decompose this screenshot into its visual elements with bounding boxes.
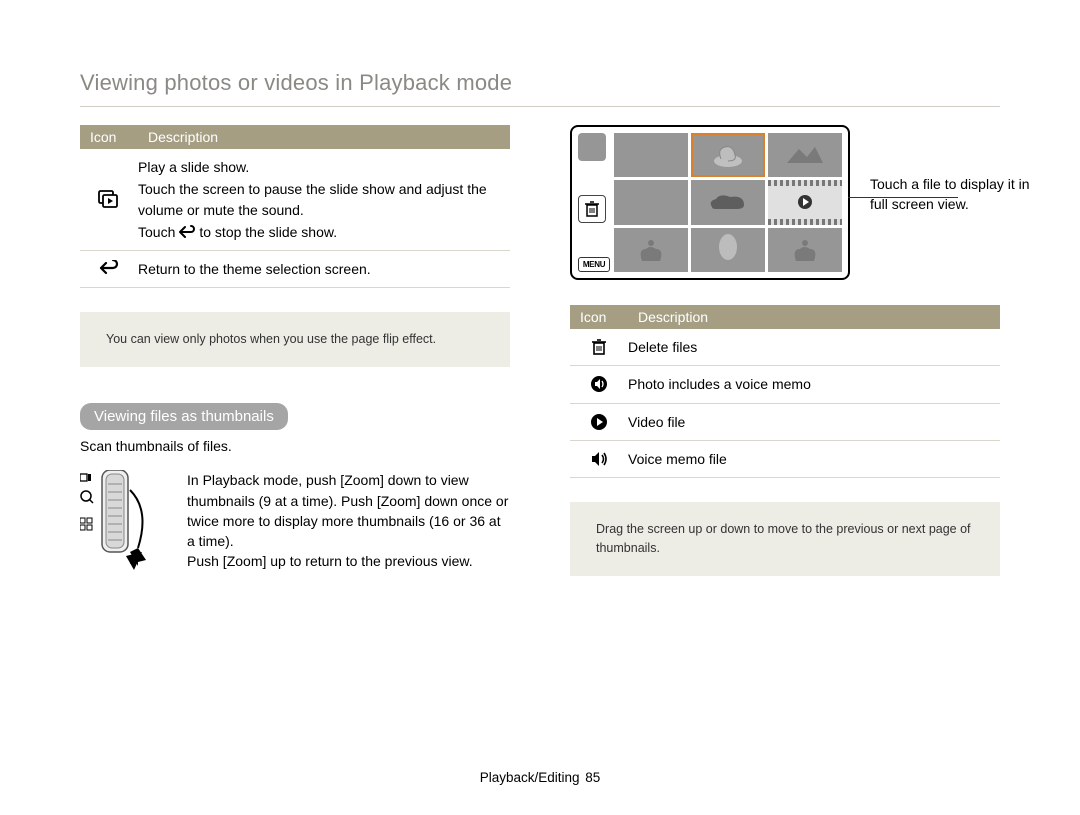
touch-prefix: Touch: [138, 222, 175, 242]
section-subtext: Scan thumbnails of ﬁles.: [80, 438, 510, 454]
thumbnail-display-illustration: MENU: [570, 125, 850, 280]
table-row: Photo includes a voice memo: [570, 366, 1000, 403]
trash-icon: [578, 195, 606, 223]
trash-icon: [591, 338, 607, 356]
page-footer: Playback/Editing 85: [0, 770, 1080, 785]
row-text: Voice memo ﬁle: [628, 441, 1000, 477]
touch-suffix: to stop the slide show.: [199, 222, 337, 242]
row-text: Return to the theme selection screen.: [138, 259, 500, 279]
table-row: Voice memo ﬁle: [570, 441, 1000, 478]
table-row: Return to the theme selection screen.: [80, 251, 510, 288]
back-icon: [99, 260, 119, 278]
row-text: Touch the screen to pause the slide show…: [138, 179, 500, 220]
note-right: Drag the screen up or down to move to th…: [570, 502, 1000, 576]
header-desc-label: Description: [628, 305, 1000, 329]
row-text: Delete ﬁles: [628, 329, 1000, 365]
video-file-icon: [590, 413, 608, 431]
header-desc-label: Description: [138, 125, 510, 149]
table-header-right: Icon Description: [570, 305, 1000, 329]
callout-text: Touch a ﬁle to display it in full screen…: [870, 125, 1030, 214]
table-row: Play a slide show. Touch the screen to p…: [80, 149, 510, 251]
back-icon: [179, 225, 195, 239]
selected-thumbnail: [691, 133, 765, 177]
section-lozenge: Viewing ﬁles as thumbnails: [80, 403, 288, 430]
zoom-instruction-2: Push [Zoom] up to return to the previous…: [187, 551, 510, 571]
table-row: Delete ﬁles: [570, 329, 1000, 366]
row-text: Play a slide show.: [138, 157, 500, 177]
voice-memo-icon: [590, 451, 608, 467]
row-text: Touch to stop the slide show.: [138, 222, 500, 242]
zoom-instruction: In Playback mode, push [Zoom] down to vi…: [187, 470, 510, 551]
side-button-blank: [578, 133, 606, 161]
zoom-wheel-illustration: [80, 470, 165, 580]
header-icon-label: Icon: [570, 305, 628, 329]
table-row: Video ﬁle: [570, 404, 1000, 441]
table-header-left: Icon Description: [80, 125, 510, 149]
page-title: Viewing photos or videos in Playback mod…: [80, 70, 1000, 107]
row-text: Video ﬁle: [628, 404, 1000, 440]
footer-section: Playback/Editing: [480, 770, 580, 785]
menu-button: MENU: [578, 257, 610, 272]
note-left: You can view only photos when you use th…: [80, 312, 510, 367]
footer-page-number: 85: [585, 770, 600, 785]
row-text: Photo includes a voice memo: [628, 366, 1000, 402]
header-icon-label: Icon: [80, 125, 138, 149]
voice-photo-icon: [590, 375, 608, 393]
slideshow-icon: [98, 190, 120, 210]
